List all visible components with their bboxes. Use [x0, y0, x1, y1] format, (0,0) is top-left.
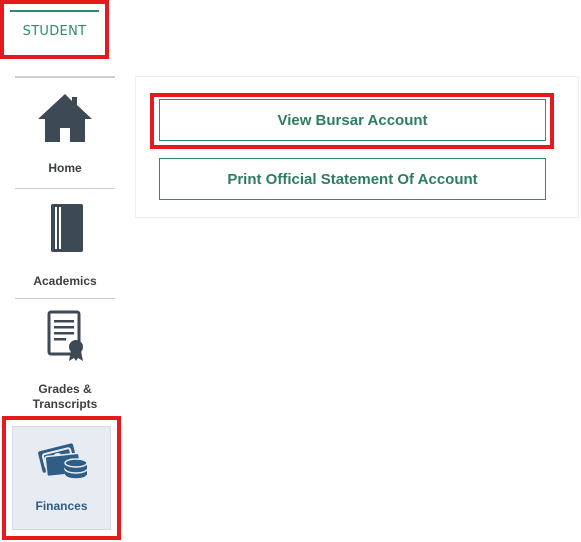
- sidebar-item-label: Home: [48, 161, 82, 175]
- view-bursar-account-button[interactable]: View Bursar Account: [159, 99, 546, 141]
- sidebar-nav: Home Academics Grades & Transcripts: [15, 76, 115, 416]
- highlight-frame-finances: Finances: [2, 416, 121, 540]
- print-statement-button[interactable]: Print Official Statement Of Account: [159, 158, 546, 200]
- money-coins-icon: [13, 427, 110, 487]
- sidebar-item-label: Academics: [33, 274, 97, 288]
- sidebar-item-home[interactable]: Home: [15, 78, 115, 189]
- notebook-icon: [15, 189, 115, 258]
- sidebar-item-label: Finances: [35, 499, 88, 513]
- sidebar-item-label: Grades & Transcripts: [32, 382, 98, 411]
- page: STUDENT Home Academics Grades & Transcri…: [0, 0, 581, 542]
- sidebar-item-finances[interactable]: Finances: [12, 426, 111, 530]
- certificate-icon: [15, 299, 115, 366]
- sidebar-item-academics[interactable]: Academics: [15, 189, 115, 299]
- student-tab-indicator: [10, 10, 99, 12]
- home-icon: [15, 78, 115, 147]
- student-tab-label: STUDENT: [22, 24, 87, 39]
- sidebar-item-grades-transcripts[interactable]: Grades & Transcripts: [15, 299, 115, 416]
- student-tab[interactable]: STUDENT: [0, 0, 109, 59]
